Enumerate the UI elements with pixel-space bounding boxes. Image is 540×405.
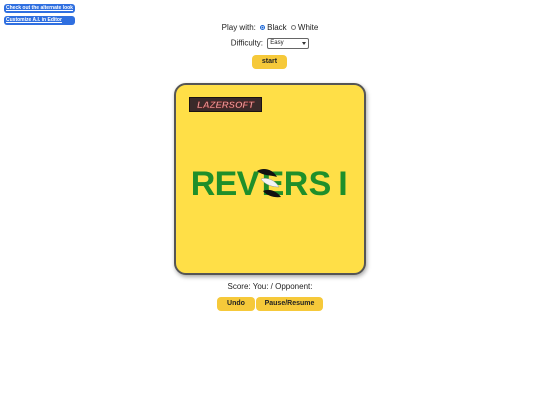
score-text: Score: You: / Opponent: xyxy=(227,282,313,291)
title-letter-i: I xyxy=(338,165,347,203)
top-links: Check out the alternate look Customize A… xyxy=(4,4,75,25)
title-letter-r1: R xyxy=(193,165,215,203)
title-letter-e1: E xyxy=(215,165,238,203)
play-black-option[interactable]: Black xyxy=(258,23,287,32)
start-button[interactable]: start xyxy=(252,55,287,69)
reversi-title: R E V E R S I xyxy=(193,165,348,203)
pause-resume-button[interactable]: Pause/Resume xyxy=(256,297,323,311)
difficulty-row: Difficulty: Easy xyxy=(0,38,540,49)
white-radio[interactable] xyxy=(290,25,296,30)
play-with-row: Play with: Black White xyxy=(0,23,540,32)
play-white-option[interactable]: White xyxy=(289,23,318,32)
logo-text: LAZERSOFT xyxy=(197,100,255,111)
difficulty-label: Difficulty: xyxy=(230,38,264,48)
title-letter-s: S xyxy=(309,165,332,203)
play-with-label: Play with: xyxy=(221,23,256,32)
alternate-look-link[interactable]: Check out the alternate look xyxy=(4,4,75,13)
black-option-label: Black xyxy=(267,23,287,32)
reversi-page: Check out the alternate look Customize A… xyxy=(0,0,540,405)
lazersoft-logo: LAZERSOFT xyxy=(189,97,262,112)
difficulty-select[interactable]: Easy xyxy=(267,38,310,49)
game-board[interactable]: LAZERSOFT R E V E R S I xyxy=(174,83,366,275)
undo-button[interactable]: Undo xyxy=(217,297,255,311)
white-option-label: White xyxy=(297,23,319,32)
black-radio[interactable] xyxy=(260,25,266,30)
title-letter-r2: R xyxy=(284,165,309,203)
title-letter-v: V xyxy=(237,165,260,203)
